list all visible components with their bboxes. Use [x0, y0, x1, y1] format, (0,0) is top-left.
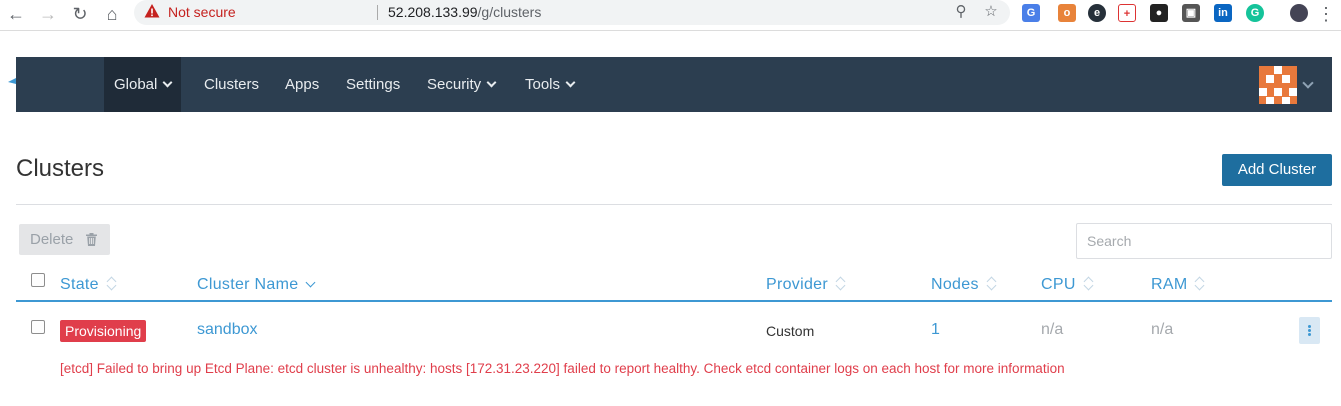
provider-value: Custom — [766, 323, 815, 339]
user-menu-chevron-icon[interactable] — [1302, 77, 1314, 89]
extension-icon[interactable]: e — [1088, 4, 1106, 22]
delete-button-label: Delete — [30, 231, 74, 248]
nav-global[interactable]: Global — [104, 57, 182, 112]
error-message: [etcd] Failed to bring up Etcd Plane: et… — [60, 361, 1065, 376]
divider — [16, 204, 1332, 205]
chevron-down-icon — [565, 77, 576, 88]
forward-icon[interactable]: → — [36, 2, 60, 26]
profile-avatar[interactable] — [1290, 4, 1308, 22]
column-header-ram[interactable]: RAM — [1151, 273, 1204, 294]
grammarly-extension-icon[interactable]: G — [1246, 4, 1264, 22]
plus-extension-icon[interactable]: + — [1118, 4, 1136, 22]
column-header-provider[interactable]: Provider — [766, 273, 845, 294]
row-checkbox[interactable] — [31, 320, 45, 334]
delete-button[interactable]: Delete — [19, 224, 110, 255]
select-all-checkbox[interactable] — [31, 273, 45, 287]
translate-extension-icon[interactable]: G — [1022, 4, 1040, 22]
column-header-state[interactable]: State — [60, 273, 116, 294]
nav-security[interactable]: Security — [427, 57, 497, 112]
linkedin-extension-icon[interactable]: in — [1214, 4, 1232, 22]
cluster-name-link[interactable]: sandbox — [197, 320, 258, 340]
off-extension-icon[interactable]: o — [1058, 4, 1076, 22]
column-header-cpu[interactable]: CPU — [1041, 273, 1093, 294]
nav-settings[interactable]: Settings — [346, 57, 400, 112]
nodes-link[interactable]: 1 — [931, 320, 940, 340]
cpu-value: n/a — [1041, 321, 1064, 338]
add-cluster-button[interactable]: Add Cluster — [1222, 154, 1332, 186]
warning-icon — [144, 4, 160, 18]
browser-toolbar: ← → ↻ ⌂ Not secure 52.208.133.99/g/clust… — [0, 0, 1341, 31]
user-avatar[interactable] — [1259, 66, 1297, 104]
search-input[interactable] — [1076, 223, 1332, 259]
url-text: 52.208.133.99/g/clusters — [388, 4, 542, 20]
sort-icon — [835, 276, 845, 292]
puzzle-extension-icon[interactable]: ● — [1150, 4, 1168, 22]
address-bar[interactable]: Not secure 52.208.133.99/g/clusters ⚲ ☆ — [134, 0, 1010, 25]
bookmark-star-icon[interactable]: ☆ — [982, 3, 1000, 21]
column-header-nodes[interactable]: Nodes — [931, 273, 996, 294]
app-header: Global Clusters Apps Settings Security T… — [16, 57, 1332, 112]
sort-icon — [1083, 276, 1093, 292]
browser-menu-icon[interactable]: ⋮ — [1314, 2, 1338, 26]
column-header-cluster-name[interactable]: Cluster Name — [197, 273, 315, 294]
nav-apps[interactable]: Apps — [285, 57, 319, 112]
trash-icon — [86, 233, 97, 246]
page-title: Clusters — [16, 155, 105, 182]
back-icon[interactable]: ← — [4, 2, 28, 26]
nav-tools[interactable]: Tools — [525, 57, 576, 112]
status-badge: Provisioning — [60, 320, 147, 342]
ram-value: n/a — [1151, 321, 1174, 338]
nav-clusters[interactable]: Clusters — [204, 57, 259, 112]
divider — [377, 5, 378, 20]
sort-icon — [986, 276, 996, 292]
security-label: Not secure — [168, 4, 236, 20]
chevron-down-icon — [162, 77, 173, 88]
monitor-extension-icon[interactable]: ▣ — [1182, 4, 1200, 22]
sort-icon — [1194, 276, 1204, 292]
chevron-down-icon — [486, 77, 497, 88]
home-icon[interactable]: ⌂ — [100, 2, 124, 26]
sort-icon — [106, 276, 116, 292]
zoom-icon[interactable]: ⚲ — [952, 3, 970, 21]
row-actions-button[interactable] — [1299, 317, 1320, 344]
sort-descending-icon — [305, 276, 315, 292]
reload-icon[interactable]: ↻ — [68, 2, 92, 26]
table-header-divider — [16, 300, 1332, 302]
